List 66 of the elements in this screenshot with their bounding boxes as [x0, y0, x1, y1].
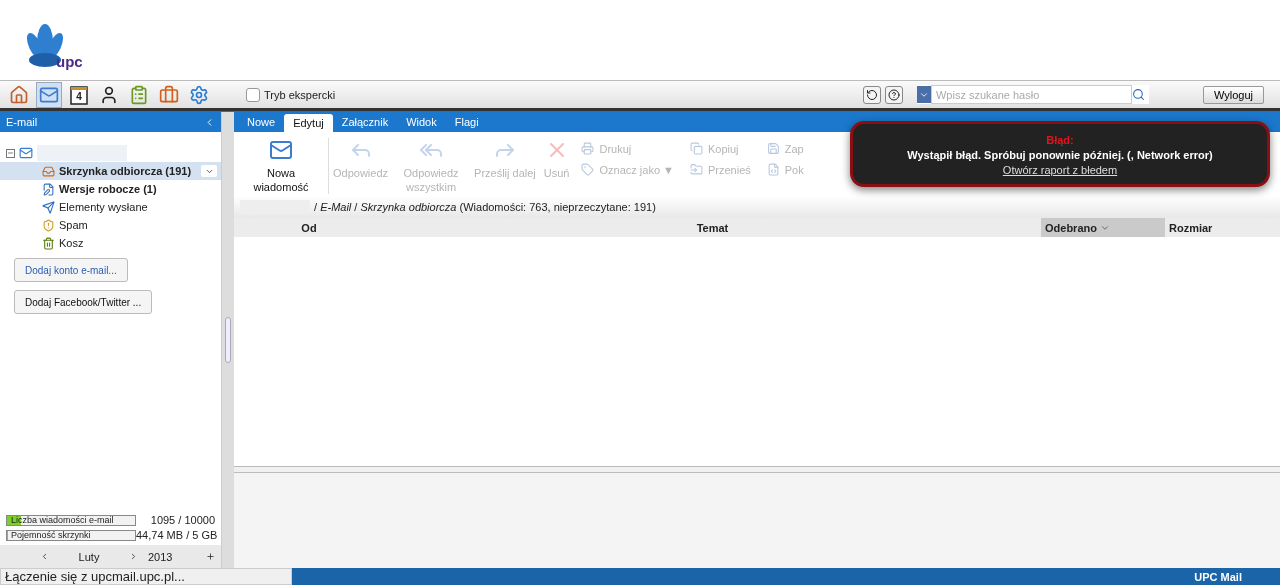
search-field[interactable]: Wpisz szukane hasło — [930, 85, 1132, 104]
splitter-handle[interactable] — [225, 317, 231, 363]
checklist-icon — [129, 84, 149, 105]
shield-icon — [42, 218, 55, 232]
month-label: Luty — [77, 550, 101, 563]
error-message: Wystąpił błąd. Spróbuj ponownie później. (, Network error) — [907, 149, 1213, 161]
expert-mode-checkbox[interactable]: Tryb ekspercki — [246, 87, 336, 102]
folder-item[interactable]: Wersje robocze (1) — [0, 180, 221, 198]
column-header[interactable]: Temat — [384, 218, 1041, 237]
folder-item[interactable]: Elementy wysłane — [0, 198, 221, 216]
help-button[interactable] — [884, 85, 903, 104]
ribbon-tab[interactable]: Załącznik — [332, 112, 398, 132]
settings-icon — [189, 84, 209, 105]
mail-icon — [19, 146, 33, 160]
add-account-button[interactable]: Dodaj konto e-mail... — [14, 258, 128, 282]
meter-label: Pojemność skrzynki — [10, 530, 92, 540]
collapse-toggle[interactable] — [6, 148, 15, 158]
draft-icon — [42, 182, 55, 196]
trash-icon — [42, 236, 55, 250]
dropdown-button[interactable] — [201, 165, 218, 177]
app-name: UPC Mail — [1194, 570, 1242, 583]
expand-icon[interactable] — [206, 552, 215, 561]
tag-icon — [581, 163, 595, 176]
add-account-button[interactable]: Dodaj Facebook/Twitter ... — [14, 290, 153, 314]
error-report-link[interactable]: Otwórz raport z błedem — [1002, 164, 1118, 176]
app-button[interactable]: 4 — [66, 81, 92, 108]
inbox-icon — [42, 164, 55, 178]
calendar-icon — [69, 83, 89, 106]
search-options-button[interactable] — [916, 86, 931, 103]
error-title: Błąd: — [1046, 134, 1074, 146]
minus-icon — [7, 149, 14, 157]
prev-icon[interactable] — [40, 552, 49, 561]
copy-icon — [689, 142, 703, 155]
ribbon-tab[interactable]: Flagi — [445, 112, 488, 132]
year-label: 2013 — [148, 550, 173, 563]
refresh-button[interactable] — [862, 85, 881, 104]
briefcase-icon — [159, 84, 179, 105]
mail-icon — [269, 138, 293, 162]
logo-text: upc — [56, 53, 83, 70]
folder-item[interactable]: Skrzynka odbiorcza (191) — [0, 162, 221, 180]
move-icon — [689, 163, 703, 176]
ribbon-tab[interactable]: Nowe — [238, 112, 285, 132]
folder-item[interactable]: Spam — [0, 216, 221, 234]
ribbon-tab[interactable]: Edytuj — [284, 114, 333, 132]
ribbon-tab[interactable]: Widok — [397, 112, 446, 132]
logout-button[interactable]: Wyloguj — [1202, 85, 1264, 104]
person-icon — [99, 84, 119, 105]
column-header[interactable]: Odebrano — [1041, 218, 1165, 237]
help-icon — [887, 88, 900, 101]
save-icon — [766, 142, 780, 155]
ribbon-button[interactable]: Nowa wiadomość — [242, 138, 320, 194]
panel-title: E-mail — [6, 116, 38, 128]
search-icon[interactable] — [1131, 88, 1145, 101]
source-icon — [766, 163, 780, 176]
send-icon — [42, 200, 55, 214]
loading-status: Łączenie się z upcmail.upc.pl... — [0, 568, 292, 585]
printer-icon — [581, 142, 595, 155]
column-header[interactable]: Rozmiar — [1165, 218, 1280, 237]
home-icon — [9, 84, 29, 105]
next-icon[interactable] — [129, 552, 138, 561]
meter-reading: 44,74 MB / 5 GB — [136, 529, 218, 541]
breadcrumb: / E-Mail / Skrzynka odbiorcza (Wiadomości: 763, nieprzeczytane: 191) — [314, 201, 656, 213]
column-header[interactable]: Od — [234, 218, 384, 237]
meter-reading: 1095 / 10000 — [150, 514, 215, 526]
folder-item[interactable]: Kosz — [0, 234, 221, 252]
refresh-icon — [865, 88, 878, 101]
